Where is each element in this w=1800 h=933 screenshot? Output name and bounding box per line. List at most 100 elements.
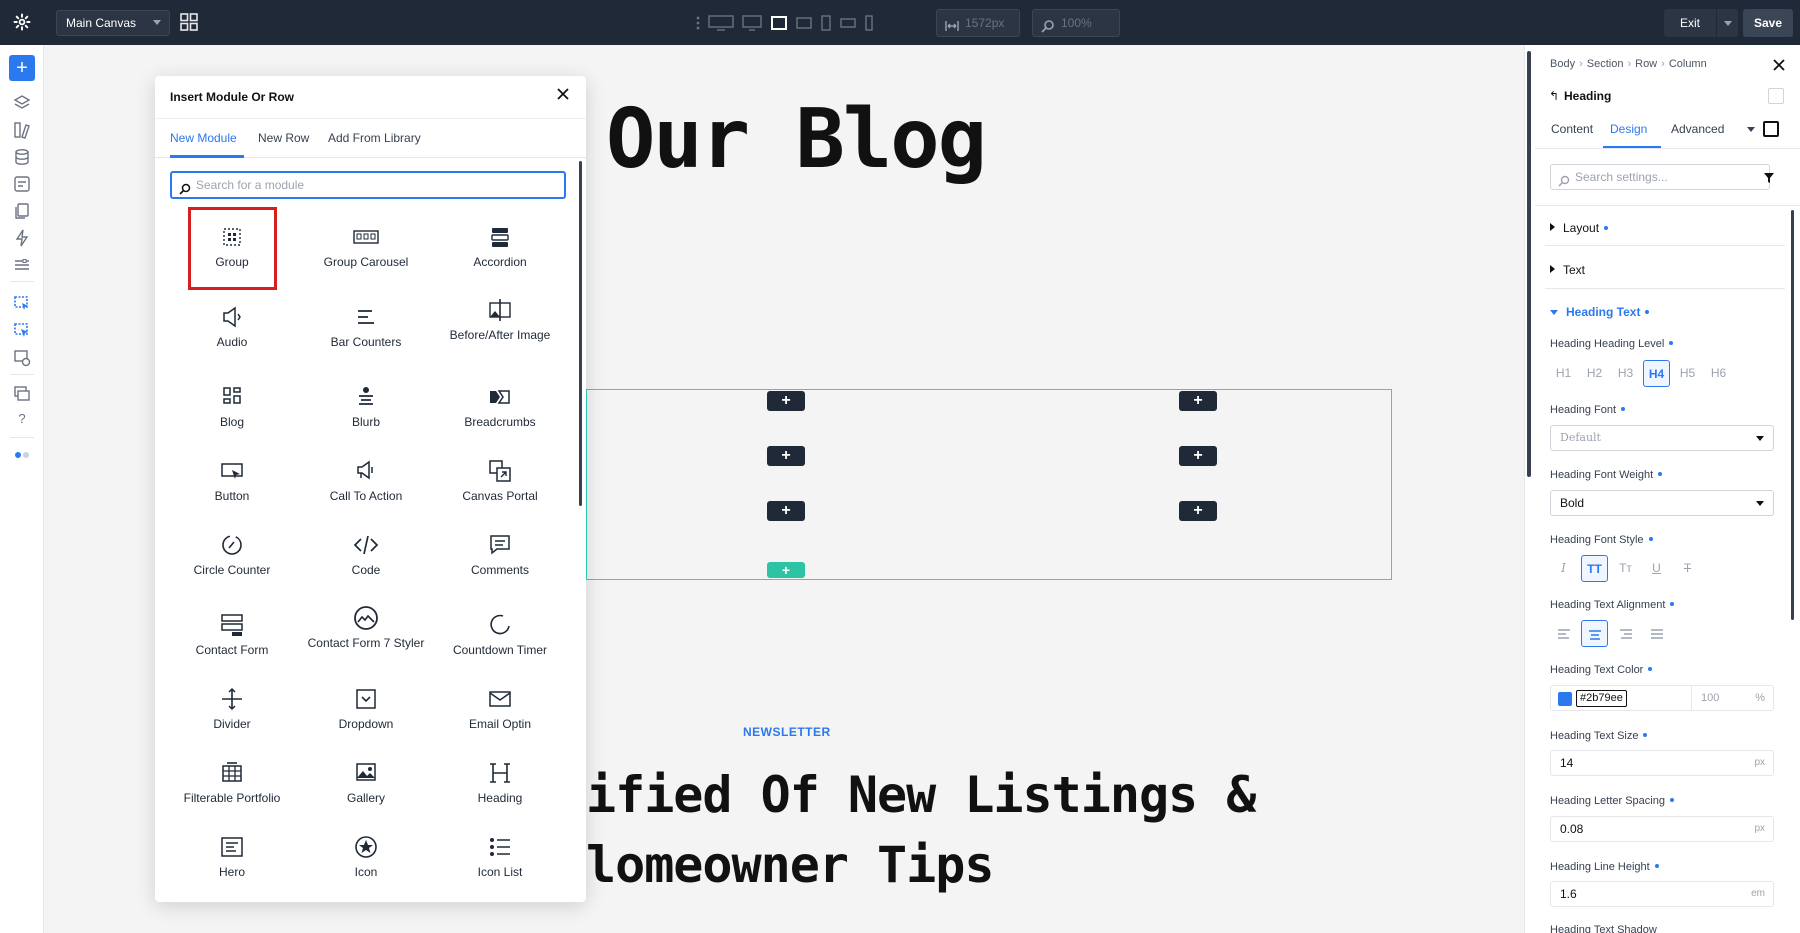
module-audio[interactable]: Audio [172, 304, 292, 349]
module-breadcrumbs[interactable]: Breadcrumbs [440, 384, 560, 429]
help-question-icon[interactable]: ? [13, 411, 31, 429]
multi-select-icon[interactable] [13, 322, 31, 340]
sliders-icon[interactable] [13, 256, 31, 274]
row-outline[interactable] [586, 389, 1392, 580]
newsletter-headline-line-1[interactable]: ified Of New Listings & [586, 766, 1256, 824]
module-comments[interactable]: Comments [440, 532, 560, 577]
heading-level-h1[interactable]: H1 [1550, 360, 1577, 387]
tablet-landscape-icon[interactable] [796, 12, 812, 34]
add-module-plus-icon[interactable]: + [1179, 391, 1217, 411]
breadcrumb-row[interactable]: Row [1635, 58, 1657, 70]
newsletter-headline-line-2[interactable]: lomeowner Tips [586, 836, 994, 894]
heading-level-h6[interactable]: H6 [1705, 360, 1732, 387]
group-heading-text[interactable]: Heading Text [1550, 305, 1650, 319]
click-tool-icon[interactable] [13, 295, 31, 313]
laptop-icon-active[interactable] [770, 12, 788, 34]
module-filterable-portfolio[interactable]: Filterable Portfolio [172, 760, 292, 805]
heading-font-select[interactable]: Default [1550, 425, 1774, 451]
uppercase-icon[interactable]: TT [1581, 555, 1608, 582]
align-left-icon[interactable] [1550, 620, 1577, 647]
capitalize-icon[interactable]: Tт [1612, 555, 1639, 582]
settings-search-input[interactable]: Search settings... [1550, 164, 1770, 190]
module-dropdown[interactable]: Dropdown [306, 686, 426, 731]
settings-gear-icon[interactable] [10, 10, 34, 34]
blog-heading[interactable]: Our Blog [606, 92, 987, 187]
module-icon[interactable]: Icon [306, 834, 426, 879]
close-panel-icon[interactable] [1772, 58, 1786, 72]
breadcrumb-column[interactable]: Column [1669, 58, 1707, 70]
layers-icon[interactable] [13, 94, 31, 112]
module-countdown-timer[interactable]: Countdown Timer [440, 612, 560, 657]
widescreen-desktop-icon[interactable] [708, 12, 734, 34]
module-contact-form-7-styler[interactable]: Contact Form 7 Styler [306, 605, 426, 650]
module-gallery[interactable]: Gallery [306, 760, 426, 805]
breadcrumb-body[interactable]: Body [1550, 58, 1575, 70]
panel-resize-handle[interactable] [1527, 51, 1531, 477]
module-icon-list[interactable]: Icon List [440, 834, 560, 879]
save-button[interactable]: Save [1743, 9, 1793, 37]
exit-button[interactable]: Exit [1664, 9, 1716, 37]
add-plus-icon[interactable]: + [9, 55, 35, 81]
exit-options-chevron-icon[interactable] [1716, 9, 1738, 37]
heading-level-h5[interactable]: H5 [1674, 360, 1701, 387]
font-weight-select[interactable]: Bold [1550, 490, 1774, 516]
heading-level-h2[interactable]: H2 [1581, 360, 1608, 387]
tab-advanced[interactable]: Advanced [1671, 122, 1724, 136]
italic-icon[interactable]: I [1550, 555, 1577, 582]
add-row-plus-icon[interactable]: + [767, 562, 805, 578]
add-module-plus-icon[interactable]: + [1179, 501, 1217, 521]
group-text[interactable]: Text [1550, 263, 1585, 277]
modal-scrollbar[interactable] [579, 161, 582, 506]
canvas-width-readout[interactable]: 1572px [936, 9, 1020, 37]
module-blurb[interactable]: Blurb [306, 384, 426, 429]
page-settings-icon[interactable] [13, 175, 31, 193]
add-module-plus-icon[interactable]: + [767, 391, 805, 411]
strikethrough-icon[interactable]: T [1674, 555, 1701, 582]
lightning-icon[interactable] [13, 229, 31, 247]
module-group-carousel[interactable]: Group Carousel [306, 224, 426, 269]
module-blog[interactable]: Blog [172, 384, 292, 429]
color-swatch[interactable] [1558, 692, 1572, 706]
module-email-optin[interactable]: Email Optin [440, 686, 560, 731]
module-hero[interactable]: Hero [172, 834, 292, 879]
add-module-plus-icon[interactable]: + [1179, 446, 1217, 466]
align-justify-icon[interactable] [1643, 620, 1670, 647]
back-arrow-icon[interactable]: ↰ [1549, 89, 1559, 103]
module-canvas-portal[interactable]: Canvas Portal [440, 458, 560, 503]
canvas-selector[interactable]: Main Canvas [56, 10, 170, 36]
tab-design[interactable]: Design [1610, 122, 1647, 136]
module-code[interactable]: Code [306, 532, 426, 577]
pages-copy-icon[interactable] [13, 202, 31, 220]
underline-icon[interactable]: U [1643, 555, 1670, 582]
preset-box-icon[interactable] [1763, 121, 1779, 137]
group-layout[interactable]: Layout [1550, 221, 1609, 235]
color-hex-value[interactable]: #2b79ee [1576, 690, 1627, 707]
newsletter-label[interactable]: NEWSLETTER [743, 725, 831, 739]
close-icon[interactable] [556, 87, 572, 103]
phone-landscape-icon[interactable] [840, 12, 856, 34]
tablet-portrait-icon[interactable] [820, 12, 832, 34]
settings-scrollbar[interactable] [1791, 210, 1794, 620]
breadcrumb-section[interactable]: Section [1587, 58, 1624, 70]
heading-level-h3[interactable]: H3 [1612, 360, 1639, 387]
module-bar-counters[interactable]: Bar Counters [306, 304, 426, 349]
tab-content[interactable]: Content [1551, 122, 1593, 136]
module-search-input[interactable]: Search for a module [170, 171, 566, 199]
tab-new-row[interactable]: New Row [258, 131, 309, 145]
line-height-input[interactable]: 1.6 em [1550, 881, 1774, 907]
grid-view-icon[interactable] [180, 13, 198, 31]
module-divider[interactable]: Divider [172, 686, 292, 731]
module-before-after-image[interactable]: Before/After Image [440, 297, 560, 342]
chevron-down-icon[interactable] [1747, 127, 1755, 132]
module-group[interactable]: Group [172, 224, 292, 269]
add-module-plus-icon[interactable]: + [767, 446, 805, 466]
toggle-dots-icon[interactable] [13, 448, 31, 466]
phone-portrait-icon[interactable] [864, 12, 874, 34]
module-circle-counter[interactable]: Circle Counter [172, 532, 292, 577]
text-color-field[interactable]: #2b79ee 100% [1550, 685, 1774, 711]
text-size-input[interactable]: 14 px [1550, 750, 1774, 776]
add-module-plus-icon[interactable]: + [767, 501, 805, 521]
tab-add-from-library[interactable]: Add From Library [328, 131, 421, 145]
module-call-to-action[interactable]: Call To Action [306, 458, 426, 503]
responsive-settings-icon[interactable] [13, 349, 31, 367]
